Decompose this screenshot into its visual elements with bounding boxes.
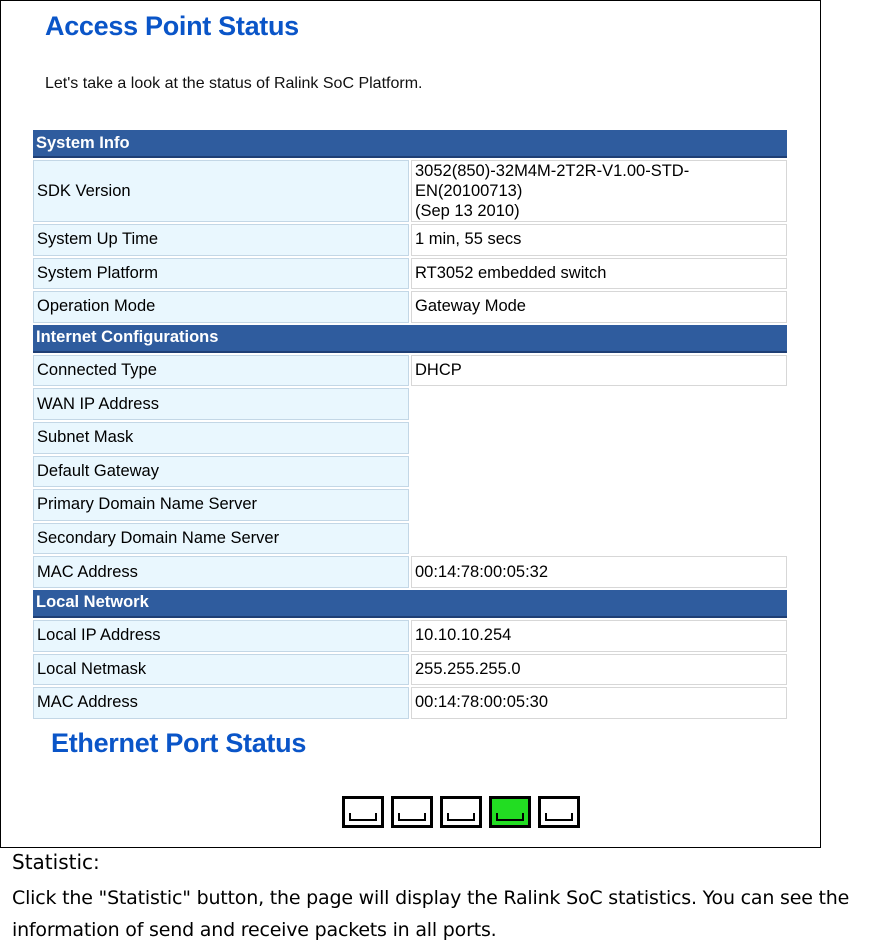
sdk-version-value: 3052(850)-32M4M-2T2R-V1.00-STD-EN(201007… <box>411 160 787 222</box>
section-header-row: Local Network <box>33 589 787 618</box>
subnet-mask-value <box>411 421 787 454</box>
table-row: Default Gateway <box>33 455 787 488</box>
connected-type-value: DHCP <box>411 354 787 387</box>
page-subtitle: Let's take a look at the status of Ralin… <box>45 75 423 92</box>
section-header-system-info: System Info <box>33 130 787 158</box>
table-row: MAC Address 00:14:78:00:05:32 <box>33 556 787 588</box>
table-row: Secondary Domain Name Server <box>33 522 787 555</box>
table-row: System Platform RT3052 embedded switch <box>33 257 787 290</box>
lan-mac-value: 00:14:78:00:05:30 <box>411 687 787 719</box>
local-ip-value: 10.10.10.254 <box>411 619 787 652</box>
operation-mode-value: Gateway Mode <box>411 291 787 323</box>
sdk-version-line1: 3052(850)-32M4M-2T2R-V1.00-STD-EN(201007… <box>415 162 690 200</box>
table-row: SDK Version 3052(850)-32M4M-2T2R-V1.00-S… <box>33 160 787 222</box>
ethernet-port-icon <box>342 796 384 828</box>
status-table: System Info SDK Version 3052(850)-32M4M-… <box>31 128 789 721</box>
local-netmask-label: Local Netmask <box>33 653 409 686</box>
secondary-dns-value <box>411 522 787 555</box>
table-row: Primary Domain Name Server <box>33 489 787 521</box>
table-row: Local IP Address 10.10.10.254 <box>33 619 787 652</box>
wan-ip-label: WAN IP Address <box>33 388 409 420</box>
default-gateway-label: Default Gateway <box>33 455 409 488</box>
section-header-row: System Info <box>33 130 787 158</box>
ethernet-port-status-title: Ethernet Port Status <box>51 728 307 758</box>
table-row: System Up Time 1 min, 55 secs <box>33 224 787 256</box>
ethernet-ports <box>342 796 580 828</box>
primary-dns-value <box>411 489 787 521</box>
operation-mode-label: Operation Mode <box>33 291 409 323</box>
table-row: Local Netmask 255.255.255.0 <box>33 653 787 686</box>
wan-mac-label: MAC Address <box>33 556 409 588</box>
section-header-internet: Internet Configurations <box>33 324 787 353</box>
system-up-time-value: 1 min, 55 secs <box>411 224 787 256</box>
statistic-description: Click the "Statistic" button, the page w… <box>12 887 850 941</box>
local-netmask-value: 255.255.255.0 <box>411 653 787 686</box>
sdk-version-label: SDK Version <box>33 160 409 222</box>
connected-type-label: Connected Type <box>33 354 409 387</box>
sdk-version-line2: (Sep 13 2010) <box>415 202 520 220</box>
lan-mac-label: MAC Address <box>33 687 409 719</box>
section-header-row: Internet Configurations <box>33 324 787 353</box>
statistic-heading: Statistic: <box>12 850 100 874</box>
local-ip-label: Local IP Address <box>33 619 409 652</box>
table-row: WAN IP Address <box>33 388 787 420</box>
section-header-local-network: Local Network <box>33 589 787 618</box>
wan-mac-value: 00:14:78:00:05:32 <box>411 556 787 588</box>
system-platform-value: RT3052 embedded switch <box>411 257 787 290</box>
subnet-mask-label: Subnet Mask <box>33 421 409 454</box>
primary-dns-label: Primary Domain Name Server <box>33 489 409 521</box>
table-row: Connected Type DHCP <box>33 354 787 387</box>
router-status-panel: Access Point Status Let's take a look at… <box>0 0 821 848</box>
ethernet-port-icon <box>440 796 482 828</box>
table-row: MAC Address 00:14:78:00:05:30 <box>33 687 787 719</box>
ethernet-port-icon <box>489 796 531 828</box>
system-platform-label: System Platform <box>33 257 409 290</box>
ethernet-port-icon <box>538 796 580 828</box>
ethernet-port-icon <box>391 796 433 828</box>
default-gateway-value <box>411 455 787 488</box>
table-row: Operation Mode Gateway Mode <box>33 291 787 323</box>
secondary-dns-label: Secondary Domain Name Server <box>33 522 409 555</box>
table-row: Subnet Mask <box>33 421 787 454</box>
page-title: Access Point Status <box>45 11 299 41</box>
system-up-time-label: System Up Time <box>33 224 409 256</box>
wan-ip-value <box>411 388 787 420</box>
